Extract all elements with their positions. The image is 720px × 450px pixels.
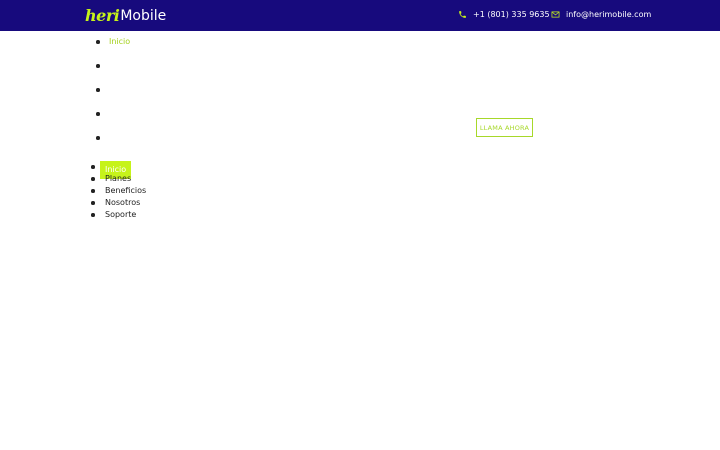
- phone-contact[interactable]: +1 (801) 335 9635: [458, 10, 550, 19]
- envelope-icon: [551, 10, 560, 19]
- logo[interactable]: heri Mobile: [85, 6, 166, 25]
- nav-item-nosotros[interactable]: Nosotros: [91, 197, 171, 209]
- email-contact[interactable]: info@herimobile.com: [551, 10, 651, 19]
- call-now-button[interactable]: LLAMA AHORA: [476, 118, 533, 137]
- top-bar: heri Mobile +1 (801) 335 9635 info@herim…: [0, 0, 720, 31]
- phone-number: +1 (801) 335 9635: [473, 10, 550, 19]
- nav-item-empty[interactable]: [96, 60, 156, 72]
- nav-item-empty[interactable]: [96, 108, 156, 120]
- logo-mobile: Mobile: [120, 7, 167, 24]
- nav-item-inicio[interactable]: Inicio: [91, 161, 171, 179]
- nav-item-empty[interactable]: [96, 84, 156, 96]
- phone-icon: [458, 10, 467, 19]
- nav-item-inicio[interactable]: Inicio: [96, 36, 156, 48]
- nav-item-beneficios[interactable]: Beneficios: [91, 185, 171, 197]
- logo-heri: heri: [85, 6, 120, 25]
- nav-item-soporte[interactable]: Soporte: [91, 209, 171, 221]
- nav-item-empty[interactable]: [96, 132, 156, 144]
- nav-item-planes[interactable]: Planes: [91, 173, 171, 185]
- email-address: info@herimobile.com: [566, 10, 652, 19]
